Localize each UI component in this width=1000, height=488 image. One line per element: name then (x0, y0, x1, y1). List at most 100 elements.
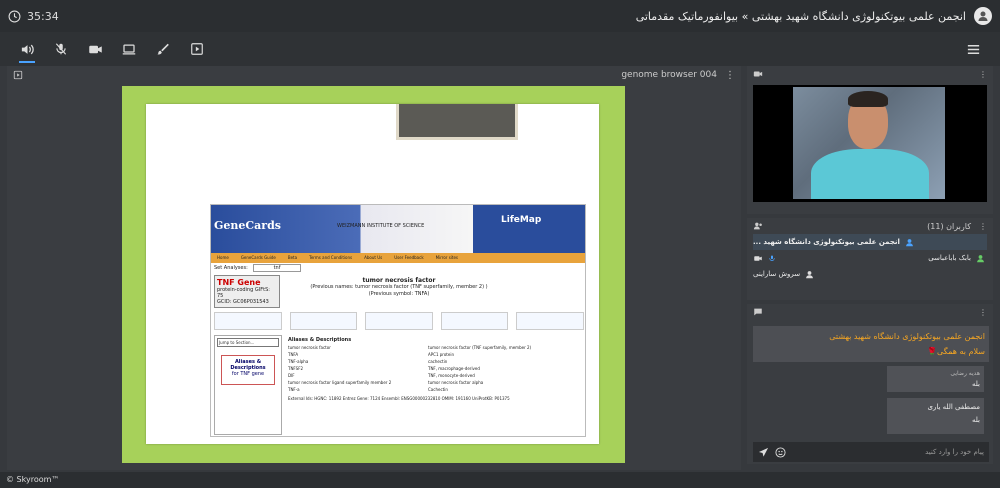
mic-off-icon (55, 43, 67, 55)
genecards-banner: GeneCards WEIZMANN INSTITUTE OF SCIENCE … (211, 205, 585, 253)
lifemap-logo: LifeMap (501, 215, 542, 225)
emoji-icon[interactable] (775, 446, 786, 458)
aliases-header: Aliases & Descriptions (288, 337, 352, 343)
ad-block (440, 312, 509, 330)
user-avatar-icon[interactable] (974, 7, 992, 25)
search-row: Set Analyses: tnf (211, 263, 585, 273)
ads-row (214, 312, 584, 330)
aliases-section: Aliases & Descriptions tumor necrosis fa… (286, 335, 584, 435)
participant-name: بابک باباعباسی (928, 254, 971, 262)
chat-panel: ⋮ انجمن علمی بیوتکنولوژی دانشگاه شهید به… (747, 304, 993, 464)
nav-item: User Feedback (394, 255, 424, 260)
gene-summary: tumor necrosis factor (Previous names: t… (299, 277, 499, 298)
search-value: tnf (252, 264, 302, 272)
participants-panel: کاربران (11) ⋮ انجمن علمی بیوتکنولوژی دا… (747, 218, 993, 300)
user-icon (977, 254, 984, 262)
timer-text: 35:34 (27, 9, 59, 23)
alias-item: TNFSF2 (288, 366, 304, 371)
genecards-screenshot: GeneCards WEIZMANN INSTITUTE OF SCIENCE … (210, 204, 586, 437)
description-item: TNF, monocyte-derived (428, 373, 475, 378)
ad-block (365, 312, 433, 330)
alias-item: TNFA (288, 352, 299, 357)
right-panel: ⋮ کاربران (11) ⋮ انجمن علمی بیوتکنولوژی … (747, 66, 993, 468)
description-item: tumor necrosis factor (TNF superfamily, … (428, 345, 532, 350)
slide-page: GeneCards WEIZMANN INSTITUTE OF SCIENCE … (146, 104, 599, 444)
ad-block (516, 312, 584, 330)
ad-block (214, 312, 282, 330)
camera-header: ⋮ (747, 66, 993, 82)
more-options-icon[interactable]: ⋮ (979, 308, 987, 317)
announcement-line: سلام به همگی🌹 (927, 347, 985, 356)
description-item: TNF, macrophage-derived (428, 366, 480, 371)
camera-button[interactable] (78, 34, 112, 64)
nav-item: About Us (364, 255, 383, 260)
brand-label: © Skyroom™ (6, 475, 60, 484)
media-button[interactable] (180, 34, 214, 64)
chat-announcement: انجمن علمی بیوتکنولوژی دانشگاه شهید بهشت… (753, 326, 989, 362)
presentation-panel: genome browser 004 ⋮ GeneCards WEIZMANN … (7, 66, 741, 470)
speaker-icon (21, 44, 34, 54)
mic-button[interactable] (44, 34, 78, 64)
screen-share-button[interactable] (112, 34, 146, 64)
speaker-button[interactable] (10, 34, 44, 64)
description-item: APC1 protein (428, 352, 454, 357)
send-icon[interactable] (758, 447, 769, 458)
genecards-logo: GeneCards (214, 219, 281, 232)
brush-icon (157, 43, 169, 55)
video-camera-icon (753, 71, 763, 77)
participant-list: انجمن علمی بیوتکنولوژی دانشگاه شهید ... … (753, 234, 987, 284)
gene-prev-symbol: (Previous symbol: TNFA) (368, 291, 430, 297)
description-item: cachectin (428, 359, 448, 364)
gene-prev-names: (Previous names: tumor necrosis factor (… (310, 284, 488, 290)
aliases-box-title: Aliases & Descriptions (230, 359, 266, 371)
aliases-box: Aliases & Descriptions for TNF gene (221, 355, 275, 385)
participants-header: کاربران (11) ⋮ (747, 218, 993, 234)
message-author: هدیه رضایی (950, 370, 980, 377)
toolbar (0, 32, 1000, 66)
participants-title: کاربران (11) (927, 221, 971, 231)
ad-block (289, 312, 358, 330)
weizmann-label: WEIZMANN INSTITUTE OF SCIENCE (337, 223, 425, 229)
gcid: GCID: GC06P031543 (217, 299, 269, 305)
nav-item: Mirror sites (435, 255, 459, 260)
session-timer: 35:34 (8, 10, 59, 23)
top-bar: 35:34 انجمن علمی بیوتکنولوژی دانشگاه شهی… (0, 0, 1000, 32)
participant-row[interactable]: بابک باباعباسی (753, 250, 987, 266)
more-options-icon[interactable]: ⋮ (979, 70, 987, 79)
mic-icon[interactable] (768, 254, 776, 263)
play-box-icon[interactable] (13, 70, 23, 80)
presenter-video (793, 87, 945, 199)
chat-icon (754, 308, 762, 316)
menu-button[interactable] (956, 34, 990, 64)
more-options-icon[interactable]: ⋮ (725, 70, 735, 81)
users-icon (753, 222, 762, 230)
whiteboard-button[interactable] (146, 34, 180, 64)
laptop-icon (122, 44, 136, 54)
more-options-icon[interactable]: ⋮ (979, 222, 987, 231)
participant-name: سروش ساراینی (753, 270, 801, 278)
jump-select: Jump to Section... (217, 338, 279, 347)
participant-row[interactable]: سروش ساراینی (753, 266, 987, 282)
alias-item: tumor necrosis factor (288, 345, 331, 350)
announcement-line: انجمن علمی بیوتکنولوژی دانشگاه شهید بهشت… (829, 332, 985, 341)
nav-item: GeneCards Guide (240, 255, 276, 260)
chat-input[interactable]: پیام خود را وارد کنید (925, 448, 984, 456)
participant-row[interactable]: انجمن علمی بیوتکنولوژی دانشگاه شهید ... (753, 234, 987, 250)
video-camera-icon[interactable] (753, 254, 763, 263)
alias-item: TNF-a (288, 387, 300, 392)
aliases-box-sub: for TNF gene (231, 371, 265, 377)
genecards-nav: Home GeneCards Guide Beta Terms and Cond… (211, 253, 585, 263)
description-item: tumor necrosis factor alpha (428, 380, 484, 385)
presentation-title: genome browser 004 (621, 70, 717, 80)
nav-item: Terms and Conditions (309, 255, 353, 260)
room-title-text: انجمن علمی بیوتکنولوژی دانشگاه شهید بهشت… (635, 9, 966, 23)
camera-panel: ⋮ (747, 66, 993, 214)
footer: © Skyroom™ (0, 472, 1000, 488)
chat-message: هدیه رضایی بله (887, 366, 984, 392)
hamburger-icon (967, 44, 979, 54)
video-camera-icon (88, 45, 102, 53)
chat-message: مصطفی الله یاری بله (887, 398, 984, 434)
presentation-header: genome browser 004 ⋮ (7, 66, 741, 84)
chat-input-bar: پیام خود را وارد کنید (753, 442, 989, 462)
search-label: Set Analyses: (214, 265, 248, 271)
